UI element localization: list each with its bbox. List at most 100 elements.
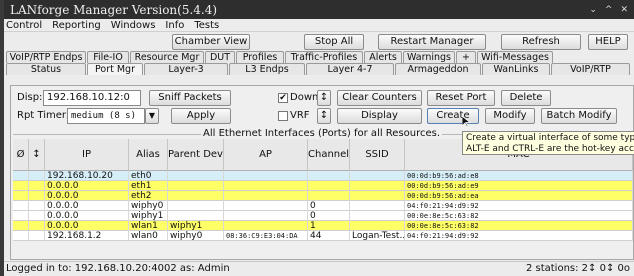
cell-mac: 00:0d:b9:56:ad:ea bbox=[405, 191, 633, 201]
cell-channel bbox=[308, 191, 350, 201]
cell-ap bbox=[224, 221, 308, 231]
tab-port-mgr[interactable]: Port Mgr bbox=[87, 63, 143, 75]
main-toolbar: Chamber View Stop All Restart Manager Re… bbox=[4, 34, 634, 51]
cell-mac: 04:f0:21:94:d9:92 bbox=[405, 231, 633, 241]
col-header-ip[interactable]: IP bbox=[45, 139, 129, 171]
login-status: Logged in to: 192.168.10.20:4002 as: Adm… bbox=[6, 263, 230, 274]
chevron-down-icon[interactable]: ▼ bbox=[145, 108, 159, 124]
create-button[interactable]: Create bbox=[427, 108, 479, 124]
col-header-alias[interactable]: Alias bbox=[129, 139, 168, 171]
display-button[interactable]: Display bbox=[337, 108, 422, 124]
cell-blank bbox=[13, 181, 29, 191]
table-row[interactable]: 192.168.1.2 wlan0 wiphy0 08:36:C9:E3:04:DA 4… bbox=[13, 231, 633, 241]
cell-ssid: Logan-Test... bbox=[352, 231, 405, 241]
cell-ip: 192.168.10.20 bbox=[45, 171, 129, 181]
stop-all-button[interactable]: Stop All bbox=[304, 34, 364, 50]
menu-tests[interactable]: Tests bbox=[194, 20, 219, 31]
batch-modify-button[interactable]: Batch Modify bbox=[541, 108, 617, 124]
cell-parent-dev bbox=[168, 171, 224, 181]
tab-resource-mgr[interactable]: Resource Mgr bbox=[130, 51, 204, 63]
cell-parent-dev: wiphy0 bbox=[168, 231, 224, 241]
tab-armageddon[interactable]: Armageddon bbox=[395, 63, 481, 75]
down-spinner[interactable]: ↕ bbox=[317, 90, 331, 106]
table-row[interactable]: 0.0.0.0 wiphy0 0 04:f0:21:94:d9:92 bbox=[13, 201, 633, 211]
cell-mac: 04:f0:21:94:d9:92 bbox=[405, 201, 633, 211]
cell-blank bbox=[29, 231, 45, 241]
cell-blank bbox=[13, 211, 29, 221]
col-header-ap[interactable]: AP bbox=[224, 139, 308, 171]
tab-wifi-messages[interactable]: Wifi-Messages bbox=[477, 51, 553, 63]
col-header-parent-dev[interactable]: Parent Dev bbox=[168, 139, 224, 171]
cell-channel bbox=[308, 171, 350, 181]
tab-profiles[interactable]: Profiles bbox=[236, 51, 284, 63]
vrf-spinner[interactable]: ↕ bbox=[317, 108, 331, 124]
cell-alias: wiphy1 bbox=[129, 211, 168, 221]
cell-ssid bbox=[350, 221, 405, 231]
col-header-ssid[interactable]: SSID bbox=[350, 139, 405, 171]
col-header-phantom[interactable]: Ø bbox=[13, 139, 29, 171]
group-title: All Ethernet Interfaces (Ports) for all … bbox=[201, 128, 443, 139]
down-checkbox[interactable]: ✔ bbox=[278, 93, 288, 103]
cell-ap bbox=[224, 181, 308, 191]
cell-ap bbox=[224, 171, 308, 181]
tab-warnings[interactable]: Warnings bbox=[403, 51, 455, 63]
tab-row-1: VoIP/RTP Endps File-IO Resource Mgr DUT … bbox=[4, 51, 634, 63]
menu-info[interactable]: Info bbox=[165, 20, 184, 31]
tab-l3-endps[interactable]: L3 Endps bbox=[229, 63, 305, 75]
col-header-down[interactable]: ↕ bbox=[29, 139, 45, 171]
menu-reporting[interactable]: Reporting bbox=[52, 20, 101, 31]
tab-voip-rtp[interactable]: VoIP/RTP bbox=[551, 63, 630, 75]
restart-manager-button[interactable]: Restart Manager bbox=[378, 34, 486, 50]
cell-ssid bbox=[350, 171, 405, 181]
cell-blank bbox=[13, 231, 29, 241]
tab-voip-rtp-endps[interactable]: VoIP/RTP Endps bbox=[6, 51, 86, 63]
help-button[interactable]: HELP bbox=[588, 34, 628, 50]
menu-windows[interactable]: Windows bbox=[111, 20, 156, 31]
apply-button[interactable]: Apply bbox=[171, 108, 231, 124]
tab-layer-3[interactable]: Layer-3 bbox=[144, 63, 228, 75]
cell-ssid bbox=[350, 191, 405, 201]
refresh-button[interactable]: Refresh bbox=[501, 34, 581, 50]
rpt-timer-select[interactable]: medium (8 s) bbox=[67, 108, 145, 124]
delete-button[interactable]: Delete bbox=[501, 90, 551, 106]
vrf-label: VRF bbox=[290, 110, 310, 121]
cell-blank bbox=[13, 191, 29, 201]
modify-button[interactable]: Modify bbox=[485, 108, 535, 124]
chamber-view-button[interactable]: Chamber View bbox=[172, 34, 250, 50]
maximize-icon[interactable]: ^ bbox=[605, 5, 613, 15]
cell-parent-dev: wiphy1 bbox=[168, 221, 224, 231]
sniff-packets-button[interactable]: Sniff Packets bbox=[149, 90, 231, 106]
vrf-checkbox[interactable] bbox=[278, 111, 288, 121]
table-row[interactable]: 0.0.0.0 eth2 00:0d:b9:56:ad:ea bbox=[13, 191, 633, 201]
tab-status[interactable]: Status bbox=[6, 63, 86, 75]
table-row[interactable]: 0.0.0.0 wlan1 wiphy1 1 00:0e:8e:5c:63:82 bbox=[13, 221, 633, 231]
status-bar: Logged in to: 192.168.10.20:4002 as: Adm… bbox=[4, 261, 634, 276]
disp-input[interactable]: 192.168.10.12:0 bbox=[43, 90, 141, 106]
cell-mac: 00:0d:b9:56:ad:e8 bbox=[405, 171, 633, 181]
lanforge-window: LANforge Manager Version(5.4.4) ⌄ ^ ✕ Co… bbox=[4, 0, 634, 276]
window-title: LANforge Manager Version(5.4.4) bbox=[10, 2, 218, 17]
cell-blank bbox=[29, 181, 45, 191]
col-header-channel[interactable]: Channel bbox=[308, 139, 350, 171]
cell-ip: 0.0.0.0 bbox=[45, 181, 129, 191]
close-icon[interactable]: ✕ bbox=[620, 5, 628, 15]
tab-add[interactable]: + bbox=[456, 51, 476, 63]
cell-ssid bbox=[350, 181, 405, 191]
clear-counters-button[interactable]: Clear Counters bbox=[337, 90, 422, 106]
table-row[interactable]: 0.0.0.0 wiphy1 0 00:0e:8e:5c:63:82 bbox=[13, 211, 633, 221]
tab-file-io[interactable]: File-IO bbox=[87, 51, 129, 63]
tab-alerts[interactable]: Alerts bbox=[364, 51, 402, 63]
tab-wanlinks[interactable]: WanLinks bbox=[482, 63, 550, 75]
reset-port-button[interactable]: Reset Port bbox=[427, 90, 495, 106]
table-row[interactable]: 192.168.10.20 eth0 00:0d:b9:56:ad:e8 bbox=[13, 171, 633, 181]
table-body: 192.168.10.20 eth0 00:0d:b9:56:ad:e8 0.0.0.… bbox=[13, 171, 633, 241]
tab-layer-4-7[interactable]: Layer 4-7 bbox=[306, 63, 394, 75]
cell-ap bbox=[224, 201, 308, 211]
table-row[interactable]: 0.0.0.0 eth1 00:0d:b9:56:ad:e9 bbox=[13, 181, 633, 191]
tab-traffic-profiles[interactable]: Traffic-Profiles bbox=[285, 51, 363, 63]
title-bar: LANforge Manager Version(5.4.4) ⌄ ^ ✕ bbox=[4, 0, 634, 19]
tab-dut[interactable]: DUT bbox=[205, 51, 235, 63]
minimize-icon[interactable]: ⌄ bbox=[589, 5, 597, 15]
cell-mac: 00:0e:8e:5c:63:82 bbox=[405, 211, 633, 221]
menu-control[interactable]: Control bbox=[6, 20, 42, 31]
